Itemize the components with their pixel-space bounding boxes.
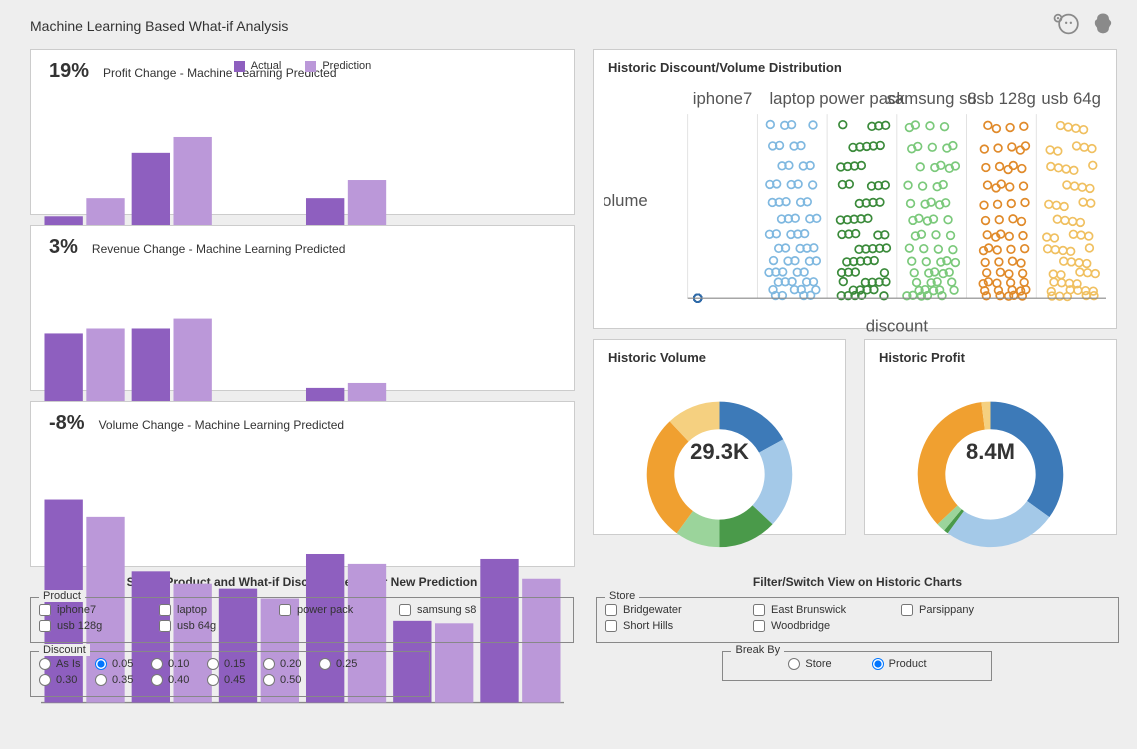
product-checkbox[interactable] — [399, 604, 411, 616]
discount-radio-input[interactable] — [39, 674, 51, 686]
gear-brain-icon[interactable] — [1051, 10, 1079, 41]
discount-radio-5[interactable]: 0.25 — [319, 658, 375, 670]
discount-radio-input[interactable] — [207, 674, 219, 686]
discount-radio-0[interactable]: As Is — [39, 658, 95, 670]
breakby-radio-input[interactable] — [872, 658, 884, 670]
donut-volume-center: 29.3K — [594, 370, 845, 534]
product-fieldset: Product iphone7laptoppower packsamsung s… — [30, 597, 574, 643]
breakby-radio-0[interactable]: Store — [788, 658, 831, 670]
discount-radio-input[interactable] — [319, 658, 331, 670]
revenue-change-chart: 3% Revenue Change - Machine Learning Pre… — [30, 225, 575, 391]
product-check-4[interactable]: usb 128g — [39, 620, 159, 632]
discount-radio-7[interactable]: 0.35 — [95, 674, 151, 686]
svg-text:iphone7: iphone7 — [693, 89, 753, 108]
store-fieldset: Store BridgewaterEast BrunswickParsippan… — [596, 597, 1119, 643]
discount-radio-10[interactable]: 0.50 — [263, 674, 319, 686]
product-check-0[interactable]: iphone7 — [39, 604, 159, 616]
discount-radio-input[interactable] — [263, 658, 275, 670]
historic-profit-donut: Historic Profit 8.4M — [864, 339, 1117, 535]
scatter-chart: Historic Discount/Volume Distribution vo… — [593, 49, 1117, 329]
product-checkbox[interactable] — [39, 620, 51, 632]
donut-profit-center: 8.4M — [865, 370, 1116, 534]
revenue-title: Revenue Change - Machine Learning Predic… — [92, 242, 346, 256]
product-check-2[interactable]: power pack — [279, 604, 399, 616]
svg-text:discount: discount — [866, 317, 929, 335]
bar-legend: Actual Prediction — [31, 60, 574, 72]
store-checkbox[interactable] — [605, 604, 617, 616]
historic-volume-donut: Historic Volume 29.3K — [593, 339, 846, 535]
discount-radio-2[interactable]: 0.10 — [151, 658, 207, 670]
breakby-radio-input[interactable] — [788, 658, 800, 670]
profit-change-chart: 19% Profit Change - Machine Learning Pre… — [30, 49, 575, 215]
store-checkbox[interactable] — [753, 620, 765, 632]
store-check-4[interactable]: Woodbridge — [753, 620, 901, 632]
breakby-fieldset: Break By StoreProduct — [722, 651, 992, 681]
discount-radio-input[interactable] — [95, 674, 107, 686]
discount-radio-3[interactable]: 0.15 — [207, 658, 263, 670]
page-title: Machine Learning Based What-if Analysis — [30, 18, 288, 34]
discount-radio-input[interactable] — [263, 674, 275, 686]
revenue-pct: 3% — [49, 236, 78, 259]
controls-right-title: Filter/Switch View on Historic Charts — [596, 575, 1119, 589]
discount-radio-input[interactable] — [39, 658, 51, 670]
product-checkbox[interactable] — [159, 604, 171, 616]
svg-text:volume: volume — [604, 191, 648, 210]
store-check-0[interactable]: Bridgewater — [605, 604, 753, 616]
store-checkbox[interactable] — [753, 604, 765, 616]
svg-text:usb 64g: usb 64g — [1041, 89, 1101, 108]
discount-radio-9[interactable]: 0.45 — [207, 674, 263, 686]
discount-radio-input[interactable] — [207, 658, 219, 670]
store-check-3[interactable]: Short Hills — [605, 620, 753, 632]
discount-fieldset: Discount As Is0.050.100.150.200.250.300.… — [30, 651, 430, 697]
discount-radio-1[interactable]: 0.05 — [95, 658, 151, 670]
breakby-radio-1[interactable]: Product — [872, 658, 927, 670]
product-checkbox[interactable] — [279, 604, 291, 616]
product-check-3[interactable]: samsung s8 — [399, 604, 519, 616]
discount-radio-4[interactable]: 0.20 — [263, 658, 319, 670]
product-checkbox[interactable] — [159, 620, 171, 632]
svg-text:samsung s8: samsung s8 — [887, 89, 977, 108]
svg-text:usb 128g: usb 128g — [967, 89, 1036, 108]
volume-pct: -8% — [49, 412, 85, 435]
svg-text:laptop: laptop — [769, 89, 815, 108]
product-check-1[interactable]: laptop — [159, 604, 279, 616]
product-check-5[interactable]: usb 64g — [159, 620, 279, 632]
product-checkbox[interactable] — [39, 604, 51, 616]
volume-title: Volume Change - Machine Learning Predict… — [99, 418, 344, 432]
store-checkbox[interactable] — [901, 604, 913, 616]
store-check-1[interactable]: East Brunswick — [753, 604, 901, 616]
donut-profit-title: Historic Profit — [879, 350, 1102, 365]
discount-radio-input[interactable] — [95, 658, 107, 670]
discount-radio-6[interactable]: 0.30 — [39, 674, 95, 686]
discount-radio-input[interactable] — [151, 658, 163, 670]
scatter-title: Historic Discount/Volume Distribution — [608, 60, 1102, 75]
donut-volume-title: Historic Volume — [608, 350, 831, 365]
brain-icon[interactable] — [1089, 10, 1117, 41]
discount-radio-8[interactable]: 0.40 — [151, 674, 207, 686]
store-checkbox[interactable] — [605, 620, 617, 632]
volume-change-chart: -8% Volume Change - Machine Learning Pre… — [30, 401, 575, 567]
store-check-2[interactable]: Parsippany — [901, 604, 1049, 616]
discount-radio-input[interactable] — [151, 674, 163, 686]
